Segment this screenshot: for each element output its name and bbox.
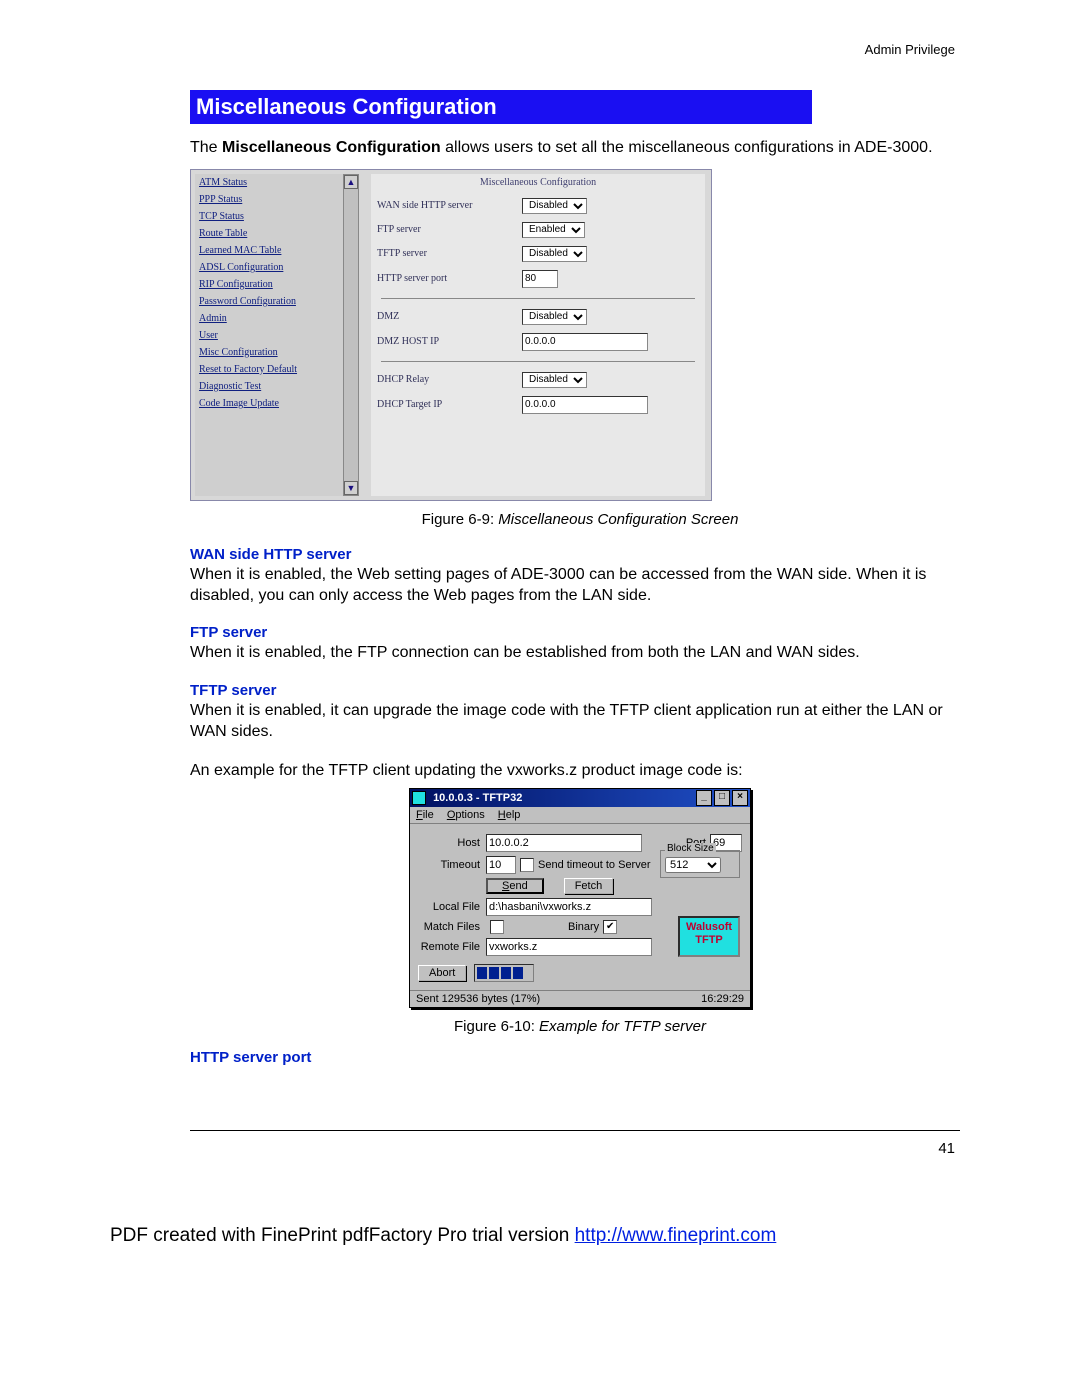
matchfiles-checkbox[interactable]: [490, 920, 504, 934]
nav-link[interactable]: Learned MAC Table: [195, 242, 345, 259]
page-number: 41: [938, 1140, 955, 1157]
menu-file[interactable]: File: [416, 809, 434, 821]
host-input[interactable]: [486, 834, 642, 852]
binary-label: Binary: [568, 921, 599, 933]
menu-help[interactable]: Help: [498, 809, 521, 821]
binary-checkbox[interactable]: ✔: [603, 920, 617, 934]
titlebar[interactable]: 10.0.0.3 - TFTP32 _ □ ×: [410, 789, 750, 807]
wan-http-section-title: WAN side HTTP server: [190, 546, 970, 563]
footer-divider: [190, 1130, 960, 1131]
minimize-icon[interactable]: _: [696, 790, 712, 806]
wan-http-section-body: When it is enabled, the Web setting page…: [190, 565, 970, 607]
menu-options[interactable]: Options: [447, 809, 485, 821]
scroll-down-icon[interactable]: ▼: [344, 481, 358, 495]
nav-link[interactable]: Diagnostic Test: [195, 378, 345, 395]
blocksize-group: Block Size 512: [660, 850, 740, 878]
http-port-input[interactable]: [522, 270, 558, 288]
nav-link[interactable]: RIP Configuration: [195, 276, 345, 293]
wan-http-select[interactable]: Disabled: [522, 198, 587, 214]
page-heading: Miscellaneous Configuration: [190, 90, 812, 124]
screenshot-config-panel: Miscellaneous Configuration WAN side HTT…: [371, 174, 705, 496]
timeout-input[interactable]: [486, 856, 516, 874]
dmz-host-label: DMZ HOST IP: [377, 336, 522, 347]
menubar: File Options Help: [410, 807, 750, 824]
example-line: An example for the TFTP client updating …: [190, 761, 970, 782]
nav-scrollbar[interactable]: ▲ ▼: [343, 174, 359, 496]
dhcp-relay-select[interactable]: Disabled: [522, 372, 587, 388]
pdf-footer-line: PDF created with FinePrint pdfFactory Pr…: [110, 1225, 776, 1247]
ftp-section-title: FTP server: [190, 624, 970, 641]
nav-link[interactable]: Code Image Update: [195, 395, 345, 412]
matchfiles-label: Match Files: [418, 921, 486, 933]
status-right: 16:29:29: [701, 993, 744, 1005]
screenshot-nav-sidebar: ATM Status PPP Status TCP Status Route T…: [195, 174, 345, 496]
tftp-label: TFTP server: [377, 248, 522, 259]
pdf-url-link[interactable]: http://www.fineprint.com: [575, 1225, 777, 1246]
host-label: Host: [418, 837, 486, 849]
ftp-label: FTP server: [377, 224, 522, 235]
nav-link[interactable]: Route Table: [195, 225, 345, 242]
http-port-label: HTTP server port: [377, 273, 522, 284]
blocksize-select[interactable]: 512: [665, 857, 721, 873]
nav-link[interactable]: Password Configuration: [195, 293, 345, 310]
send-button[interactable]: Send: [486, 878, 544, 894]
intro-prefix: The: [190, 139, 222, 156]
remotefile-label: Remote File: [418, 941, 486, 953]
close-icon[interactable]: ×: [732, 790, 748, 806]
nav-link[interactable]: Admin: [195, 310, 345, 327]
dhcp-target-label: DHCP Target IP: [377, 399, 522, 410]
dmz-host-input[interactable]: [522, 333, 648, 351]
dhcp-relay-label: DHCP Relay: [377, 374, 522, 385]
walusoft-logo: Walusoft TFTP: [678, 916, 740, 957]
blocksize-label: Block Size: [665, 843, 716, 854]
remotefile-input[interactable]: [486, 938, 652, 956]
figure-6-10-caption: Figure 6-10: Example for TFTP server: [190, 1018, 970, 1035]
tftp-section-title: TFTP server: [190, 682, 970, 699]
send-timeout-checkbox[interactable]: [520, 858, 534, 872]
wan-http-label: WAN side HTTP server: [377, 200, 522, 211]
panel-title: Miscellaneous Configuration: [371, 174, 705, 194]
progress-bar: [474, 964, 534, 982]
status-left: Sent 129536 bytes (17%): [416, 993, 540, 1005]
tftp32-window: 10.0.0.3 - TFTP32 _ □ × File Options Hel…: [409, 788, 751, 1008]
dmz-select[interactable]: Disabled: [522, 309, 587, 325]
scroll-up-icon[interactable]: ▲: [344, 175, 358, 189]
nav-link[interactable]: User: [195, 327, 345, 344]
nav-link[interactable]: Reset to Factory Default: [195, 361, 345, 378]
app-icon: [412, 791, 426, 805]
maximize-icon[interactable]: □: [714, 790, 730, 806]
intro-paragraph: The Miscellaneous Configuration allows u…: [190, 138, 970, 159]
header-right-label: Admin Privilege: [865, 42, 955, 57]
tftp-section-body: When it is enabled, it can upgrade the i…: [190, 701, 970, 743]
nav-link[interactable]: ADSL Configuration: [195, 259, 345, 276]
ftp-section-body: When it is enabled, the FTP connection c…: [190, 643, 970, 664]
fetch-button[interactable]: Fetch: [564, 878, 614, 894]
intro-bold: Miscellaneous Configuration: [222, 139, 441, 156]
tftp-select[interactable]: Disabled: [522, 246, 587, 262]
nav-link[interactable]: PPP Status: [195, 191, 345, 208]
http-port-section-title: HTTP server port: [190, 1049, 970, 1066]
figure-6-9-caption: Figure 6-9: Miscellaneous Configuration …: [190, 511, 970, 528]
window-title: 10.0.0.3 - TFTP32: [433, 791, 522, 803]
dmz-label: DMZ: [377, 311, 522, 322]
nav-link[interactable]: ATM Status: [195, 174, 345, 191]
misc-config-screenshot: ATM Status PPP Status TCP Status Route T…: [190, 169, 712, 501]
nav-link[interactable]: Misc Configuration: [195, 344, 345, 361]
localfile-input[interactable]: [486, 898, 652, 916]
send-timeout-label: Send timeout to Server: [538, 859, 651, 871]
ftp-select[interactable]: Enabled: [522, 222, 585, 238]
abort-button[interactable]: Abort: [418, 965, 466, 981]
dhcp-target-input[interactable]: [522, 396, 648, 414]
localfile-label: Local File: [418, 901, 486, 913]
timeout-label: Timeout: [418, 859, 486, 871]
nav-link[interactable]: TCP Status: [195, 208, 345, 225]
intro-rest: allows users to set all the miscellaneou…: [441, 139, 933, 156]
